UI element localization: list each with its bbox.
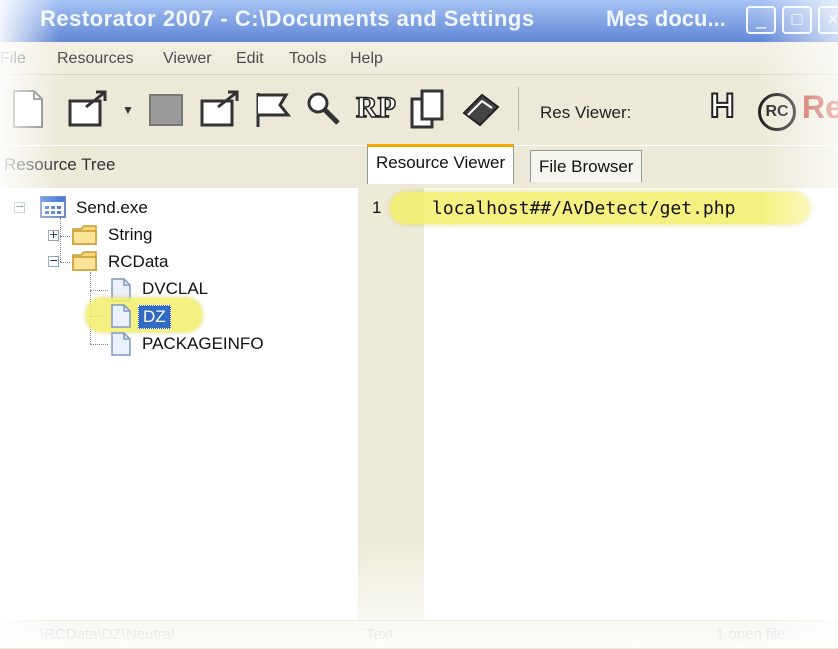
- resource-tree-header: Resource Tree: [4, 155, 116, 174]
- line-number-gutter: [366, 188, 424, 620]
- folder-open-icon: [72, 251, 97, 271]
- tab-file-browser[interactable]: File Browser: [530, 150, 643, 182]
- menu-help[interactable]: Help: [350, 50, 383, 68]
- resource-file-icon: [111, 304, 131, 328]
- export-icon[interactable]: [198, 89, 242, 129]
- tree-node-string[interactable]: String: [108, 225, 152, 245]
- status-type: Text: [366, 626, 394, 643]
- rp-button[interactable]: RP: [355, 90, 397, 125]
- toolbar: ▼ RP Res Viewer: H RC Re: [0, 75, 838, 207]
- toolbar-separator: [518, 87, 519, 131]
- re-button[interactable]: Re: [802, 89, 838, 126]
- tree-line: [60, 218, 61, 262]
- book-icon[interactable]: [458, 89, 502, 129]
- minimize-button[interactable]: _: [746, 6, 776, 34]
- title-bar[interactable]: Restorator 2007 - C:\Documents and Setti…: [0, 0, 838, 42]
- line-number: 1: [372, 198, 382, 217]
- minimize-icon: _: [755, 9, 766, 29]
- tree-node-rcdata[interactable]: RCData: [108, 252, 168, 272]
- resource-viewer-editor[interactable]: [366, 188, 838, 620]
- window-title-right: Mes docu...: [606, 6, 726, 31]
- folder-icon: [72, 225, 97, 245]
- tree-line: [60, 262, 70, 263]
- open-icon[interactable]: [66, 89, 110, 129]
- search-icon[interactable]: [304, 89, 344, 129]
- maximize-icon: □: [791, 9, 803, 29]
- tree-line: [90, 344, 108, 345]
- menu-edit[interactable]: Edit: [236, 50, 264, 68]
- pane-splitter[interactable]: [358, 188, 366, 620]
- expand-toggle-string[interactable]: +: [48, 229, 59, 241]
- resource-tree[interactable]: [0, 188, 359, 620]
- resource-file-icon: [111, 332, 131, 356]
- tree-node-dvclal[interactable]: DVCLAL: [142, 279, 208, 299]
- flag-icon[interactable]: [252, 89, 296, 129]
- tree-line: [90, 290, 108, 291]
- menu-file[interactable]: File: [0, 50, 26, 68]
- status-path: \RCData\DZ\Neutral: [40, 626, 175, 643]
- new-file-icon[interactable]: [10, 89, 44, 129]
- rc-view-button[interactable]: RC: [758, 93, 796, 131]
- menu-resources[interactable]: Resources: [57, 50, 133, 68]
- tree-node-dz-selected[interactable]: DZ: [138, 305, 171, 329]
- copy-icon[interactable]: [408, 89, 448, 129]
- window-title: Restorator 2007 - C:\Documents and Setti…: [40, 6, 535, 31]
- close-button[interactable]: ×: [818, 6, 838, 34]
- hex-view-button[interactable]: H: [709, 86, 736, 126]
- save-icon[interactable]: [146, 89, 186, 129]
- close-icon: ×: [827, 9, 838, 29]
- tree-node-packageinfo[interactable]: PACKAGEINFO: [142, 334, 264, 354]
- maximize-button[interactable]: □: [782, 6, 812, 34]
- collapse-toggle-root[interactable]: −: [14, 201, 25, 213]
- menu-tools[interactable]: Tools: [289, 50, 326, 68]
- exe-icon: [40, 196, 66, 218]
- status-open-files: 1 open file: [716, 626, 786, 643]
- tab-resource-viewer[interactable]: Resource Viewer: [367, 144, 515, 184]
- tree-node-send-exe[interactable]: Send.exe: [76, 198, 148, 218]
- tree-line: [60, 236, 70, 237]
- code-line[interactable]: localhost##/AvDetect/get.php: [432, 198, 735, 219]
- menu-bar: File Resources Viewer Edit Tools Help: [0, 42, 838, 75]
- collapse-toggle-rcdata[interactable]: −: [48, 255, 59, 267]
- menu-viewer[interactable]: Viewer: [163, 50, 212, 68]
- res-viewer-label: Res Viewer:: [540, 103, 632, 122]
- dropdown-arrow-icon[interactable]: ▼: [122, 103, 134, 117]
